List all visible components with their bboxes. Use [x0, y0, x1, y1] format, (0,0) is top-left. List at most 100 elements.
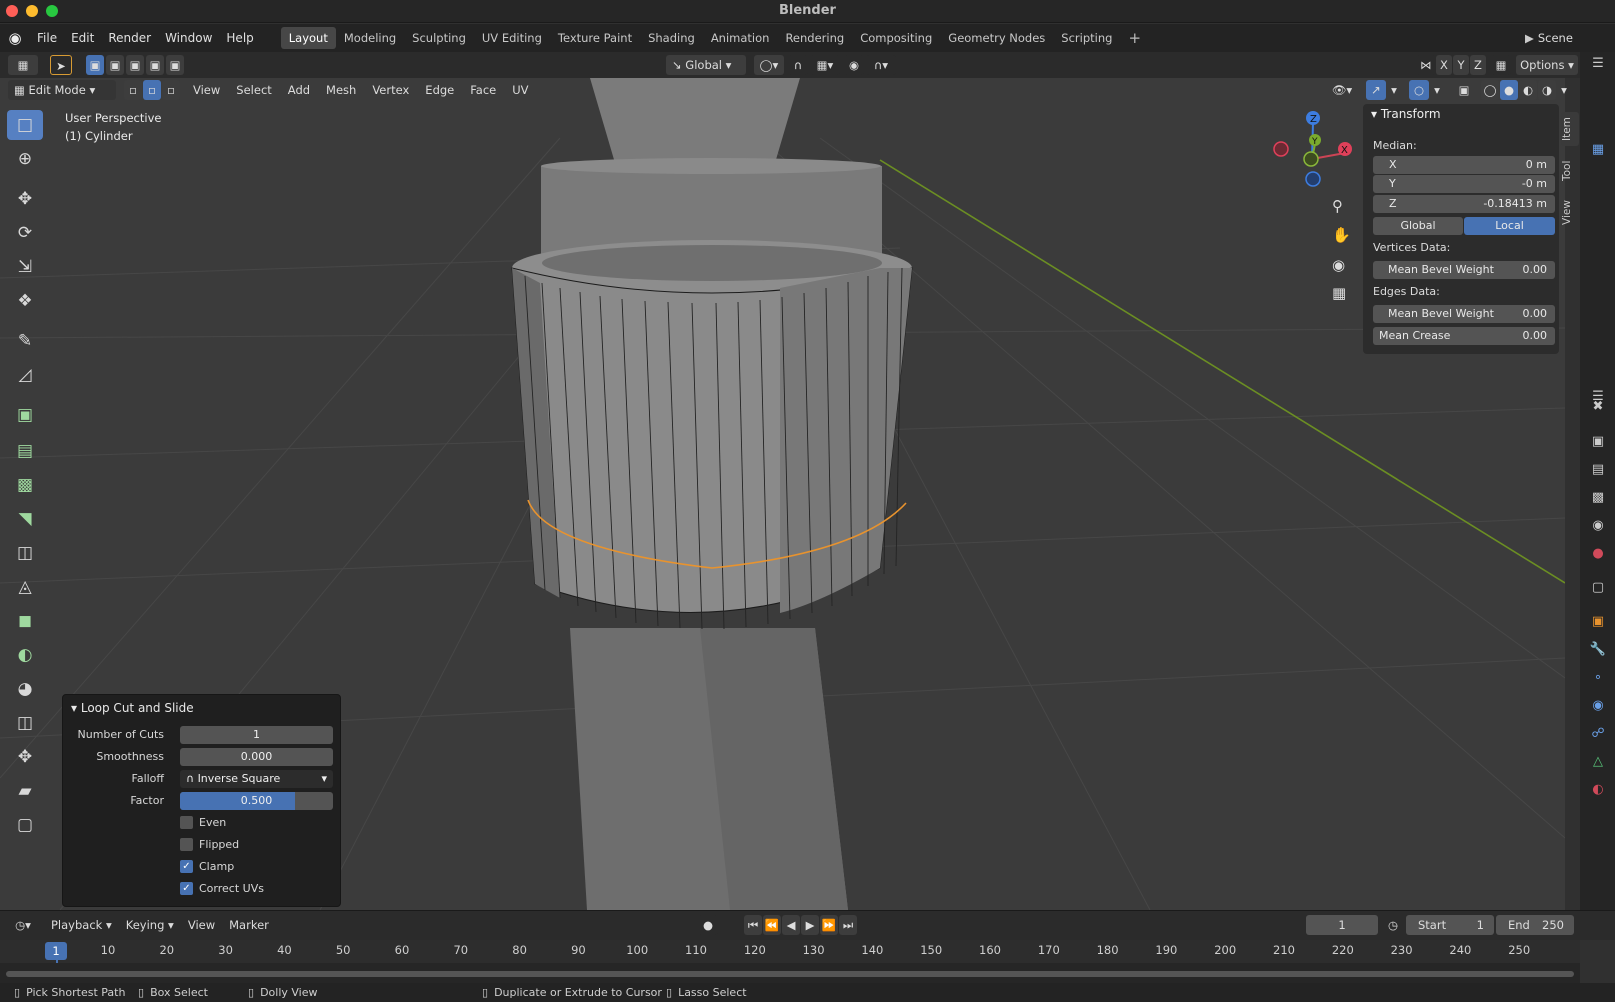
viewport-menu-edge[interactable]: Edge: [418, 80, 461, 100]
outliner-filter-icon[interactable]: ▦: [1588, 140, 1608, 160]
menu-render[interactable]: Render: [101, 24, 158, 52]
jump-to-keyframe-forward-icon[interactable]: ⏩: [820, 915, 838, 935]
options-dropdown[interactable]: Options ▾: [1516, 55, 1578, 75]
sidebar-tab-tool[interactable]: Tool: [1561, 154, 1579, 188]
extrude-tool-icon[interactable]: ▤: [7, 436, 43, 466]
output-properties-icon[interactable]: ▤: [1588, 460, 1608, 480]
knife-tool-icon[interactable]: ◬: [7, 572, 43, 602]
proportional-falloff-icon[interactable]: ∩▾: [866, 55, 896, 75]
jump-to-keyframe-back-icon[interactable]: ⏪: [763, 915, 781, 935]
poly-build-tool-icon[interactable]: ◼: [7, 606, 43, 636]
end-frame-field[interactable]: End 250: [1496, 915, 1574, 935]
mirror-y-toggle[interactable]: Y: [1453, 55, 1469, 75]
blender-logo-icon[interactable]: ◉: [0, 29, 30, 47]
measure-tool-icon[interactable]: ◿: [7, 360, 43, 390]
pivot-point-icon[interactable]: ◯▾: [754, 55, 784, 75]
mirror-x-toggle[interactable]: X: [1436, 55, 1452, 75]
even-checkbox-box[interactable]: [180, 816, 193, 829]
workspace-tab-layout[interactable]: Layout: [280, 27, 336, 49]
vertex-select-icon[interactable]: ▫: [124, 80, 142, 100]
menu-window[interactable]: Window: [158, 24, 219, 52]
annotate-tool-icon[interactable]: ✎: [7, 326, 43, 356]
select-box-tool-icon[interactable]: □: [7, 110, 43, 140]
auto-keying-icon[interactable]: ●: [698, 915, 718, 935]
material-shading-icon[interactable]: ◐: [1519, 80, 1537, 100]
workspace-tab-animation[interactable]: Animation: [703, 27, 778, 49]
operator-panel-header[interactable]: ▾ Loop Cut and Slide: [71, 701, 194, 715]
particles-properties-icon[interactable]: ∘: [1588, 668, 1608, 688]
jump-to-start-icon[interactable]: ⏮: [744, 915, 762, 935]
edge-slide-tool-icon[interactable]: ◫: [7, 708, 43, 738]
select-tool-icon[interactable]: ➤: [50, 55, 72, 75]
scene-icon[interactable]: ▶: [1525, 24, 1534, 52]
overlay-toggle-icon[interactable]: ○: [1409, 80, 1429, 100]
collection-properties-icon[interactable]: ▢: [1588, 578, 1608, 598]
wireframe-shading-icon[interactable]: ◯: [1481, 80, 1499, 100]
workspace-tab-scripting[interactable]: Scripting: [1053, 27, 1120, 49]
menu-file[interactable]: File: [30, 24, 64, 52]
inset-tool-icon[interactable]: ▩: [7, 470, 43, 500]
view-layer-properties-icon[interactable]: ▩: [1588, 488, 1608, 508]
correct-uvs-checkbox-box[interactable]: ✓: [180, 882, 193, 895]
viewport-menu-uv[interactable]: UV: [505, 80, 535, 100]
factor-slider[interactable]: 0.500: [180, 792, 333, 810]
timeline-menu-keying[interactable]: Keying ▾: [121, 915, 179, 935]
timeline-menu-view[interactable]: View: [183, 915, 220, 935]
face-select-icon[interactable]: ▫: [162, 80, 180, 100]
gizmo-dropdown-icon[interactable]: ▾: [1387, 80, 1401, 100]
flipped-checkbox-box[interactable]: [180, 838, 193, 851]
jump-to-end-icon[interactable]: ⏭: [839, 915, 857, 935]
outliner-icon[interactable]: ☰: [1588, 54, 1608, 74]
smooth-tool-icon[interactable]: ◕: [7, 674, 43, 704]
timeline-scroll-thumb[interactable]: [6, 971, 1574, 977]
world-properties-icon[interactable]: ●: [1588, 544, 1608, 564]
clamp-checkbox-box[interactable]: ✓: [180, 860, 193, 873]
median-y-field[interactable]: Y -0 m: [1373, 175, 1555, 193]
visibility-icon[interactable]: 👁▾: [1328, 80, 1356, 100]
gizmo-toggle-icon[interactable]: ↗: [1366, 80, 1386, 100]
tool-tab-icon[interactable]: ✖: [1588, 397, 1608, 417]
data-properties-icon[interactable]: △: [1588, 752, 1608, 772]
menu-edit[interactable]: Edit: [64, 24, 101, 52]
workspace-tab-shading[interactable]: Shading: [640, 27, 703, 49]
number-of-cuts-field[interactable]: 1: [180, 726, 333, 744]
menu-help[interactable]: Help: [219, 24, 260, 52]
navigation-gizmo[interactable]: X Z Y: [1273, 111, 1352, 187]
viewport-menu-face[interactable]: Face: [463, 80, 503, 100]
correct-uvs-checkbox[interactable]: ✓ Correct UVs: [180, 882, 264, 895]
workspace-tab-geometry-nodes[interactable]: Geometry Nodes: [940, 27, 1053, 49]
selection-mode-subtract-icon[interactable]: ▣: [126, 55, 144, 75]
start-frame-field[interactable]: Start 1: [1406, 915, 1494, 935]
current-frame-field[interactable]: 1: [1306, 915, 1378, 935]
selection-mode-new-icon[interactable]: ▣: [86, 55, 104, 75]
play-reverse-icon[interactable]: ◀: [782, 915, 800, 935]
rendered-shading-icon[interactable]: ◑: [1538, 80, 1556, 100]
mean-crease-field[interactable]: Mean Crease 0.00: [1373, 327, 1555, 345]
workspace-tab-modeling[interactable]: Modeling: [336, 27, 404, 49]
global-toggle[interactable]: Global: [1373, 217, 1463, 235]
smoothness-field[interactable]: 0.000: [180, 748, 333, 766]
cursor-tool-icon[interactable]: ⊕: [7, 144, 43, 174]
rotate-tool-icon[interactable]: ⟳: [7, 218, 43, 248]
scene-properties-icon[interactable]: ◉: [1588, 516, 1608, 536]
play-icon[interactable]: ▶: [801, 915, 819, 935]
auto-merge-icon[interactable]: ▦: [1491, 55, 1511, 75]
snap-icon[interactable]: ∩: [788, 55, 808, 75]
selection-mode-extend-icon[interactable]: ▣: [106, 55, 124, 75]
workspace-tab-rendering[interactable]: Rendering: [777, 27, 852, 49]
sidebar-tab-item[interactable]: Item: [1561, 112, 1579, 146]
workspace-tab-texture-paint[interactable]: Texture Paint: [550, 27, 640, 49]
scale-tool-icon[interactable]: ⇲: [7, 252, 43, 282]
editor-type-icon[interactable]: ▦: [8, 55, 38, 75]
viewport-menu-select[interactable]: Select: [229, 80, 278, 100]
render-properties-icon[interactable]: ▣: [1588, 432, 1608, 452]
edge-select-icon[interactable]: ▫: [143, 80, 161, 100]
timeline-ruler[interactable]: 1 10 20 30 40 50 60 70 80 90 100 110 120 130 140 150 16…: [0, 940, 1580, 965]
move-tool-icon[interactable]: ✥: [7, 184, 43, 214]
median-x-field[interactable]: X 0 m: [1373, 156, 1555, 174]
perspective-toggle-icon[interactable]: ▦: [1332, 284, 1346, 302]
workspace-tab-compositing[interactable]: Compositing: [852, 27, 940, 49]
pan-hand-icon[interactable]: ✋: [1332, 226, 1351, 244]
add-cube-tool-icon[interactable]: ▣: [7, 400, 43, 430]
even-checkbox[interactable]: Even: [180, 816, 226, 829]
